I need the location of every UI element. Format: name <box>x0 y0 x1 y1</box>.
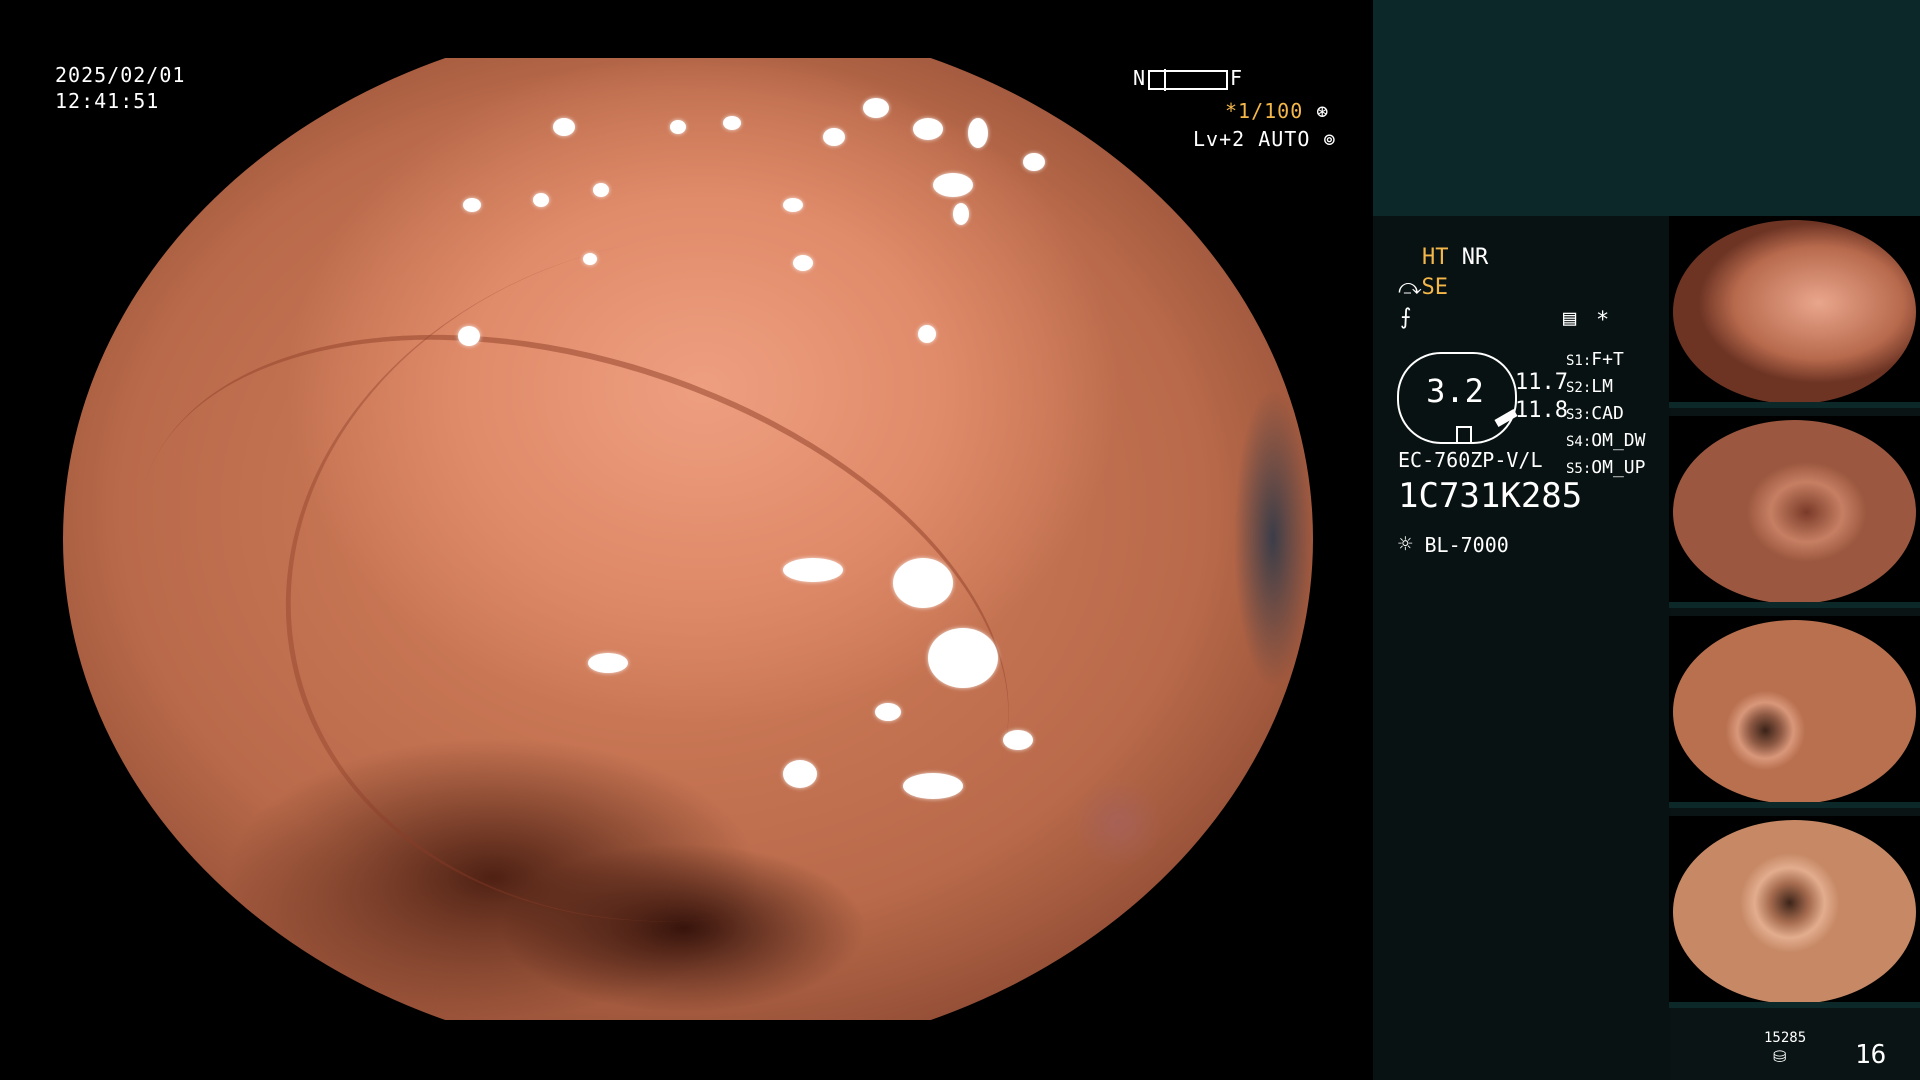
image-count: 16 <box>1855 1040 1887 1070</box>
light-reflection <box>918 325 936 343</box>
scope-model: EC-760ZP-V/L <box>1398 448 1543 472</box>
lumen-shadow <box>1233 388 1313 688</box>
se-label: SE <box>1421 275 1449 300</box>
switch-row: S4:OM_DW <box>1566 430 1646 451</box>
light-reflection <box>875 703 901 721</box>
light-reflection <box>913 118 943 140</box>
light-reflection <box>243 88 257 98</box>
measurement-2: 11.8 <box>1515 398 1568 423</box>
light-reflection <box>968 118 988 148</box>
light-reflection <box>933 173 973 197</box>
light-reflection <box>783 198 803 212</box>
focus-marker <box>1164 68 1167 91</box>
light-reflection <box>953 203 969 225</box>
scope-serial: 1C731K285 <box>1398 476 1583 516</box>
switch-row: S3:CAD <box>1566 403 1624 424</box>
time-readout: 12:41:51 <box>55 89 160 113</box>
light-source-model: BL-7000 <box>1424 533 1509 557</box>
filter-icon: ⨍ <box>1400 305 1412 330</box>
light-reflection <box>1003 730 1033 750</box>
light-reflection <box>670 120 686 134</box>
enhance-icon: ⤼ <box>1398 275 1422 300</box>
shutter-speed: *1/100 ⊛ <box>1225 98 1329 124</box>
light-reflection <box>893 558 953 608</box>
memory-icon: ▤ <box>1563 306 1577 331</box>
mucosal-fold <box>221 159 1170 997</box>
captured-thumbnail[interactable] <box>1669 616 1920 808</box>
nr-label: NR <box>1461 245 1489 270</box>
far-label: F <box>1230 66 1244 90</box>
storage-count: 15285 <box>1764 1030 1807 1046</box>
asterisk-marker: * <box>1596 308 1610 333</box>
light-reflection <box>723 116 741 130</box>
endoscope-image <box>63 58 1313 1020</box>
light-reflection <box>1023 153 1045 171</box>
light-reflection <box>783 760 817 788</box>
light-reflection <box>903 773 963 799</box>
captured-thumbnail[interactable] <box>1669 816 1920 1008</box>
structure-enhancement: ⤼SE <box>1398 273 1448 303</box>
light-source: ☼ BL-7000 <box>1398 530 1509 558</box>
scope-switch-list: S1:F+T S2:LM S3:CAD S4:OM_DW S5:OM_UP <box>1566 347 1645 482</box>
near-far-indicator: NF <box>1133 65 1243 91</box>
ht-label: HT <box>1422 245 1449 270</box>
switch-row: S1:F+T <box>1566 349 1624 370</box>
near-label: N <box>1133 66 1147 90</box>
storage-icon: ⛁ <box>1773 1047 1787 1066</box>
light-reflection <box>285 63 297 72</box>
light-reflection <box>783 558 843 582</box>
settings-area <box>1373 216 1670 1080</box>
endoscope-view: 2025/02/01 12:41:51 NF *1/100 ⊛ Lv+2 AUT… <box>0 0 1373 1080</box>
date-readout: 2025/02/01 <box>55 63 186 87</box>
shutter-value: *1/100 <box>1225 99 1304 123</box>
light-reflection <box>458 326 480 346</box>
shutter-icon: ⊛ <box>1303 99 1330 123</box>
light-reflection <box>928 628 998 688</box>
focus-track <box>1148 68 1229 91</box>
light-reflection <box>533 193 549 207</box>
switch-row: S2:LM <box>1566 376 1613 397</box>
light-reflection <box>793 255 813 271</box>
light-reflection <box>583 253 597 265</box>
brightness-level: Lv+2 AUTO ⊚ <box>1193 126 1336 152</box>
enhancement-status: HT NR <box>1422 243 1488 273</box>
zoom-value: 3.2 <box>1426 372 1484 410</box>
patient-info-area <box>1373 0 1920 216</box>
captured-thumbnail[interactable] <box>1669 416 1920 608</box>
level-value: Lv+2 AUTO <box>1193 127 1311 151</box>
auto-iris-icon: ⊚ <box>1310 127 1337 151</box>
light-reflection <box>593 183 609 197</box>
measurement-1: 11.7 <box>1515 370 1568 395</box>
light-reflection <box>863 98 889 118</box>
mucosal-dimple <box>1073 778 1163 868</box>
foot-switch-icon <box>1456 426 1472 442</box>
light-reflection <box>463 198 481 212</box>
light-reflection <box>823 128 845 146</box>
light-reflection <box>588 653 628 673</box>
lamp-icon: ☼ <box>1398 530 1413 558</box>
captured-thumbnail[interactable] <box>1669 216 1920 408</box>
light-reflection <box>553 118 575 136</box>
